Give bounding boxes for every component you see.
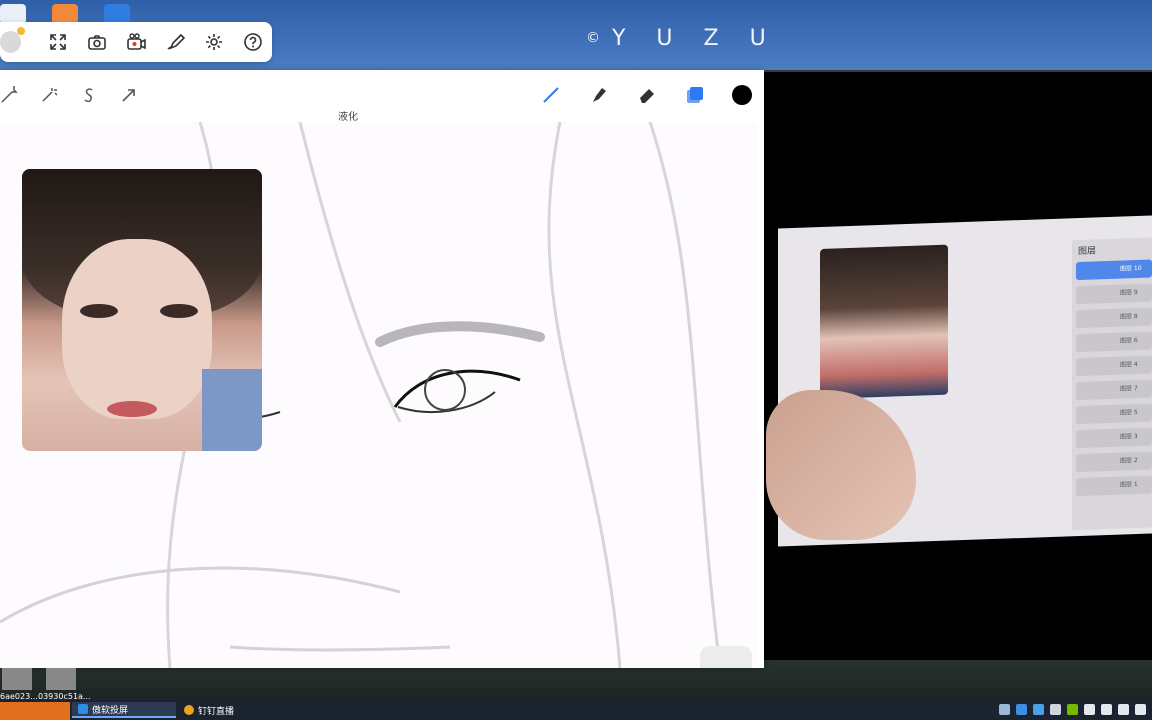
avatar[interactable]	[0, 27, 25, 53]
taskbar-item-label: 钉钉直播	[198, 706, 235, 717]
desktop-file-icon[interactable]	[2, 668, 32, 690]
brush-icon	[167, 33, 185, 50]
floating-toolbar	[0, 22, 272, 62]
record-button[interactable]	[126, 31, 147, 53]
photo-left-eye	[80, 304, 118, 318]
network-share-icon[interactable]	[999, 704, 1010, 715]
desktop-app-icon-1[interactable]	[0, 4, 26, 24]
liquify-label: 液化	[338, 112, 358, 123]
taskbar-item-label: 傲软投屏	[92, 705, 129, 716]
eraser-tool-icon[interactable]	[636, 84, 658, 106]
layer-row: 图层 8	[1076, 307, 1152, 329]
volume-icon[interactable]	[1118, 704, 1129, 715]
gear-icon	[205, 34, 222, 50]
sparkle-icon	[16, 27, 25, 35]
tablet-layers-panel: 图层 图层 10 图层 9 图层 8 图层 6 图层 4 图层 7 图层 5 图…	[1072, 237, 1152, 531]
dingtalk-live-app-icon	[184, 705, 194, 715]
help-icon	[243, 33, 262, 51]
watermark: © Y U Z U	[586, 26, 778, 51]
layer-row: 图层 5	[1076, 403, 1152, 425]
layers-title: 图层	[1078, 246, 1097, 258]
taskbar-item-screen-mirror[interactable]: 傲软投屏	[72, 702, 176, 718]
pen-icon[interactable]	[1135, 704, 1146, 715]
help-button[interactable]	[242, 31, 263, 53]
desktop-app-icon-3[interactable]	[104, 4, 130, 24]
desktop-file-icon[interactable]	[46, 668, 76, 690]
copyright-symbol: ©	[586, 30, 600, 46]
fullscreen-button[interactable]	[48, 31, 69, 53]
taskbar-item-dingtalk-live[interactable]: 钉钉直播	[178, 702, 278, 718]
selection-icon[interactable]	[80, 86, 98, 104]
taskbar-start-area[interactable]	[0, 702, 70, 720]
layer-row: 图层 6	[1076, 331, 1152, 353]
drawing-canvas[interactable]	[0, 122, 758, 668]
tablet-reference-photo	[820, 244, 948, 400]
layer-row: 图层 7	[1076, 379, 1152, 401]
photo-lips	[107, 401, 157, 417]
procreate-toolbar	[0, 78, 764, 112]
desktop-top-icons	[0, 4, 130, 24]
settings-button[interactable]	[203, 31, 224, 53]
magic-wand-icon[interactable]	[40, 86, 58, 104]
layer-row: 图层 3	[1076, 427, 1152, 449]
layer-row: 图层 4	[1076, 355, 1152, 377]
quick-action-button[interactable]	[700, 646, 752, 668]
procreate-mirror-window: 液化	[0, 70, 764, 668]
watermark-text: Y U Z U	[612, 26, 778, 51]
photo-right-eye	[160, 304, 198, 318]
wifi-icon[interactable]	[1084, 704, 1095, 715]
brush-tool-icon[interactable]	[540, 84, 562, 106]
wrench-icon[interactable]	[0, 86, 18, 104]
camera-icon	[88, 35, 106, 50]
reference-photo[interactable]	[22, 169, 262, 451]
usb-icon[interactable]	[1050, 704, 1061, 715]
procreate-right-tools	[540, 84, 752, 106]
nvidia-icon[interactable]	[1067, 704, 1078, 715]
desktop-app-icon-2[interactable]	[52, 4, 78, 24]
photo-shirt	[202, 369, 262, 451]
screen-mirror-app-icon	[78, 704, 88, 714]
taskbar: 傲软投屏 钉钉直播	[0, 700, 1152, 720]
system-tray	[999, 704, 1146, 715]
layer-row: 图层 9	[1076, 283, 1152, 305]
app-tray-icon[interactable]	[1016, 704, 1027, 715]
fullscreen-icon	[50, 34, 67, 50]
annotate-button[interactable]	[164, 31, 185, 53]
screenshot-button[interactable]	[87, 31, 108, 53]
transform-arrow-icon[interactable]	[120, 86, 138, 104]
layer-row: 图层 10	[1076, 259, 1152, 281]
shield-tray-icon[interactable]	[1033, 704, 1044, 715]
layer-row: 图层 2	[1076, 451, 1152, 473]
record-icon	[127, 33, 146, 50]
layers-icon[interactable]	[684, 84, 706, 106]
display-icon[interactable]	[1101, 704, 1112, 715]
desktop-files: 6ae023... 03930c51a...	[0, 668, 120, 702]
procreate-left-tools	[0, 86, 138, 104]
color-swatch[interactable]	[732, 85, 752, 105]
layer-row: 图层 1	[1076, 475, 1152, 497]
photo-face	[62, 239, 212, 419]
smudge-tool-icon[interactable]	[588, 84, 610, 106]
